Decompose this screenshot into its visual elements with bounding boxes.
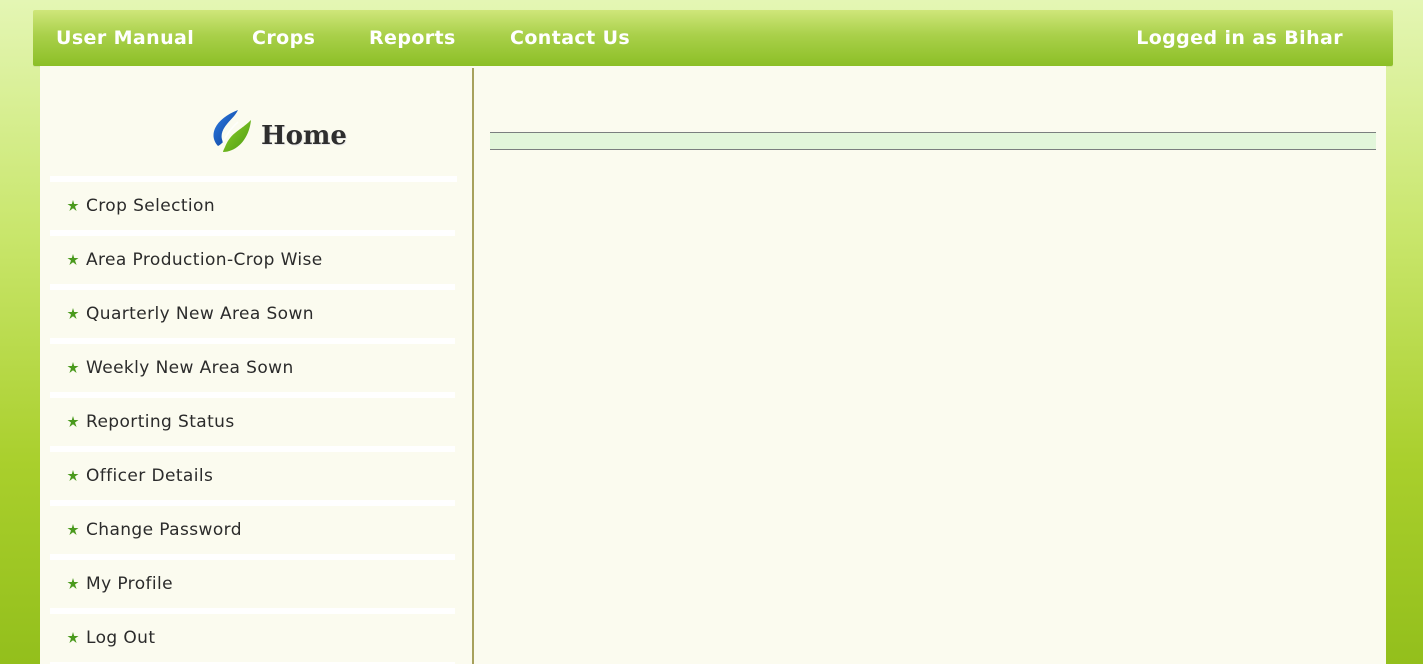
top-navigation-bar: User Manual Crops Reports Contact Us Log…: [33, 10, 1393, 66]
star-bullet-icon: [67, 416, 79, 427]
home-link[interactable]: Home: [205, 104, 347, 160]
nav-contact-us[interactable]: Contact Us: [510, 10, 630, 66]
sidebar-item-label: Area Production-Crop Wise: [86, 250, 323, 270]
menu-separator: [50, 284, 455, 290]
star-bullet-icon: [67, 308, 79, 319]
star-bullet-icon: [67, 254, 79, 265]
sidebar-item-label: Quarterly New Area Sown: [86, 304, 314, 324]
sidebar-item-reporting-status[interactable]: Reporting Status: [50, 398, 455, 446]
star-bullet-icon: [67, 470, 79, 481]
sidebar-item-crop-selection[interactable]: Crop Selection: [50, 182, 455, 230]
menu-separator: [50, 554, 455, 560]
star-bullet-icon: [67, 578, 79, 589]
menu-separator: [50, 392, 455, 398]
sidebar-item-label: Reporting Status: [86, 412, 235, 432]
sidebar-item-label: My Profile: [86, 574, 173, 594]
nav-crops[interactable]: Crops: [252, 10, 315, 66]
main-content: [490, 132, 1376, 150]
content-header-bar: [490, 132, 1376, 150]
star-bullet-icon: [67, 200, 79, 211]
sidebar-item-label: Change Password: [86, 520, 242, 540]
login-status: Logged in as Bihar: [1136, 27, 1343, 49]
sidebar-divider: [472, 68, 474, 664]
home-label: Home: [261, 121, 347, 151]
sidebar: Home Crop Selection Area Production-Crop…: [40, 66, 473, 664]
sidebar-item-label: Weekly New Area Sown: [86, 358, 294, 378]
sidebar-item-quarterly-new-area-sown[interactable]: Quarterly New Area Sown: [50, 290, 455, 338]
menu-separator: [50, 338, 455, 344]
sidebar-item-label: Crop Selection: [86, 196, 216, 216]
nav-reports[interactable]: Reports: [369, 10, 456, 66]
sidebar-item-weekly-new-area-sown[interactable]: Weekly New Area Sown: [50, 344, 455, 392]
star-bullet-icon: [67, 362, 79, 373]
nav-user-manual[interactable]: User Manual: [56, 10, 194, 66]
sidebar-menu: Crop Selection Area Production-Crop Wise…: [50, 176, 457, 664]
menu-separator: [50, 608, 455, 614]
sidebar-item-officer-details[interactable]: Officer Details: [50, 452, 455, 500]
sidebar-item-label: Officer Details: [86, 466, 214, 486]
sidebar-item-area-production-crop-wise[interactable]: Area Production-Crop Wise: [50, 236, 455, 284]
main-container: Home Crop Selection Area Production-Crop…: [40, 66, 1386, 664]
star-bullet-icon: [67, 632, 79, 643]
menu-separator: [50, 230, 455, 236]
star-bullet-icon: [67, 524, 79, 535]
sidebar-item-my-profile[interactable]: My Profile: [50, 560, 455, 608]
menu-separator: [50, 500, 455, 506]
leaf-logo-icon: [213, 110, 251, 152]
menu-separator: [50, 446, 455, 452]
sidebar-item-label: Log Out: [86, 628, 156, 648]
sidebar-item-log-out[interactable]: Log Out: [50, 614, 455, 662]
sidebar-item-change-password[interactable]: Change Password: [50, 506, 455, 554]
